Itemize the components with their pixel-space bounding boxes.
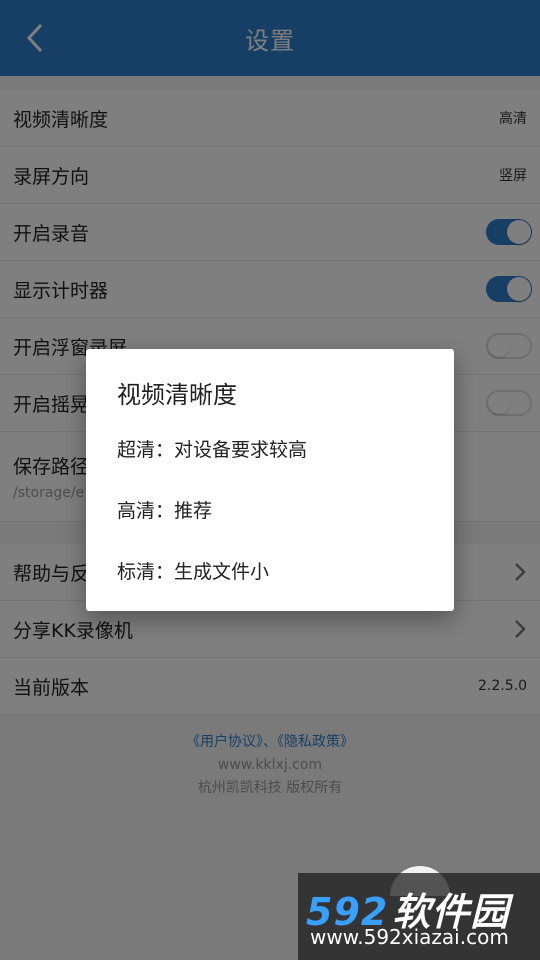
dialog-title: 视频清晰度 bbox=[117, 381, 237, 409]
option-ultra-hd[interactable]: 超清：对设备要求较高 bbox=[117, 435, 307, 462]
site-watermark: 592 软件园 www.592xiazai.com bbox=[298, 873, 540, 960]
video-quality-dialog: 视频清晰度 超清：对设备要求较高 高清：推荐 标清：生成文件小 bbox=[86, 349, 454, 611]
option-hd[interactable]: 高清：推荐 bbox=[117, 496, 212, 523]
watermark-url: www.592xiazai.com bbox=[310, 925, 509, 949]
option-sd[interactable]: 标清：生成文件小 bbox=[117, 557, 269, 584]
